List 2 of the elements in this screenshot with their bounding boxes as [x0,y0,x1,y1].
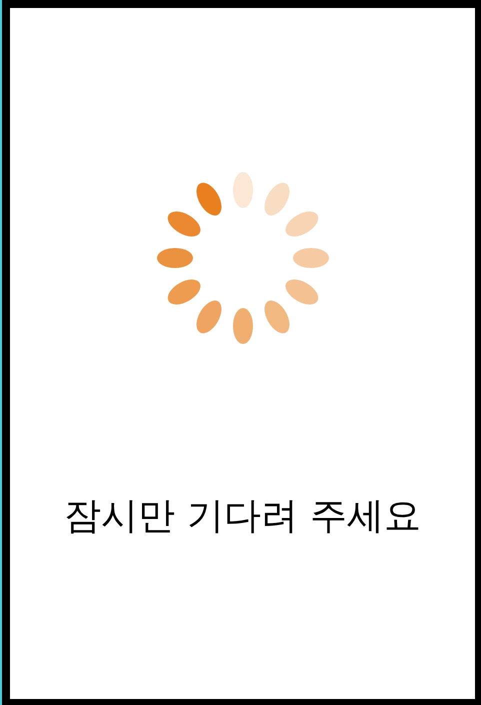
loading-message: 잠시만 기다려 주세요 [64,493,421,539]
spinner-icon [154,170,330,346]
